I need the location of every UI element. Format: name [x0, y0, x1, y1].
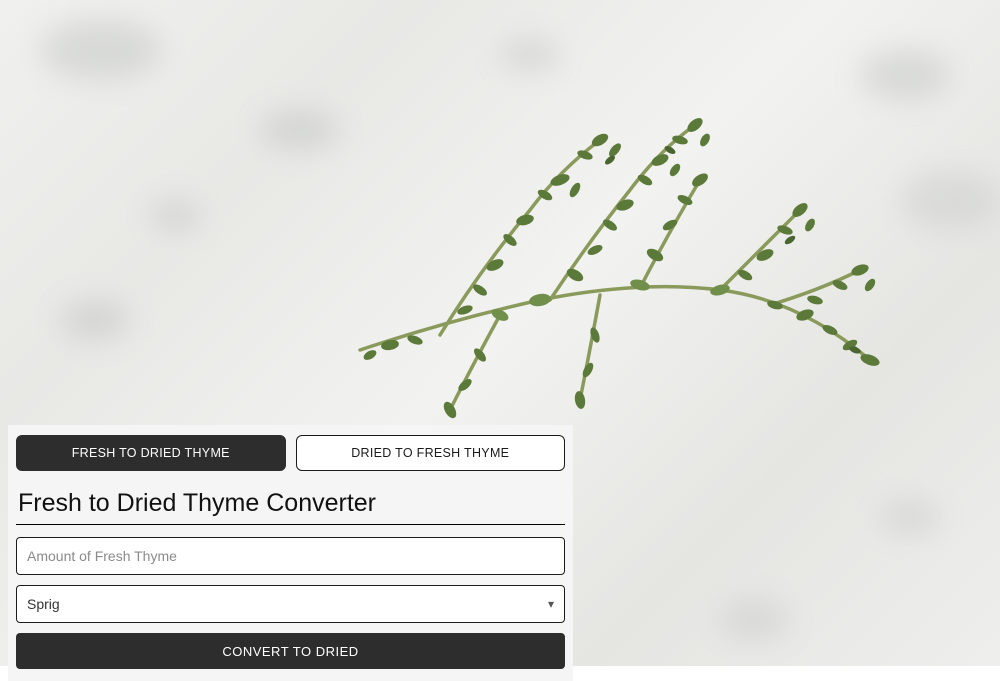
amount-field-wrapper	[16, 537, 565, 575]
chevron-down-icon: ▾	[548, 597, 554, 611]
amount-input[interactable]	[27, 538, 554, 574]
converter-title: Fresh to Dried Thyme Converter	[16, 487, 565, 525]
tab-fresh-to-dried[interactable]: FRESH TO DRIED THYME	[16, 435, 286, 471]
converter-panel: FRESH TO DRIED THYME DRIED TO FRESH THYM…	[8, 425, 573, 681]
tab-dried-to-fresh[interactable]: DRIED TO FRESH THYME	[296, 435, 566, 471]
unit-select[interactable]: Sprig ▾	[16, 585, 565, 623]
convert-button[interactable]: CONVERT TO DRIED	[16, 633, 565, 669]
unit-selected-label: Sprig	[27, 596, 60, 612]
tab-row: FRESH TO DRIED THYME DRIED TO FRESH THYM…	[16, 435, 565, 471]
